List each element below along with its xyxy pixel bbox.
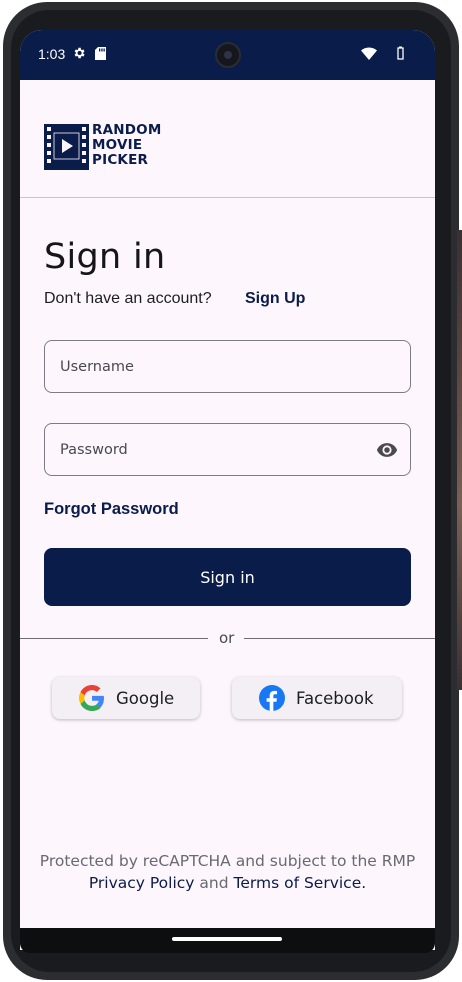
page-title: Sign in <box>44 237 166 277</box>
app-screen: 1:03 RANDOM MOVIE PICKER Sign in Don't h… <box>20 30 435 950</box>
signup-link[interactable]: Sign Up <box>245 290 305 308</box>
home-gesture-handle[interactable] <box>172 937 282 941</box>
battery-icon <box>397 46 404 60</box>
camera-cutout <box>215 42 241 68</box>
google-icon <box>79 685 104 711</box>
recaptcha-footer: Protected by reCAPTCHA and subject to th… <box>20 850 435 894</box>
forgot-password-link[interactable]: Forgot Password <box>44 500 179 519</box>
status-bar: 1:03 <box>20 30 435 80</box>
eye-icon[interactable] <box>375 439 399 461</box>
terms-of-service-link[interactable]: Terms of Service. <box>234 874 367 892</box>
status-time: 1:03 <box>38 46 66 62</box>
logo-text: RANDOM MOVIE PICKER <box>92 123 161 168</box>
background-strip <box>457 230 462 690</box>
no-account-text: Don't have an account? <box>44 290 212 307</box>
password-input[interactable] <box>60 424 360 475</box>
privacy-policy-link[interactable]: Privacy Policy <box>89 874 195 892</box>
username-input[interactable] <box>60 341 360 392</box>
or-divider-left <box>20 638 208 639</box>
facebook-label: Facebook <box>296 688 374 708</box>
footer-text: Protected by reCAPTCHA and subject to th… <box>39 852 416 870</box>
gear-icon <box>74 47 85 59</box>
wifi-icon <box>361 47 377 60</box>
facebook-icon <box>259 685 285 711</box>
or-text: or <box>219 629 235 647</box>
logo-line-picker: PICKER <box>92 152 149 168</box>
navigation-bar <box>20 928 435 953</box>
footer-and-text: and <box>199 874 229 892</box>
google-label: Google <box>116 688 175 708</box>
logo-line-random: RANDOM <box>92 122 162 138</box>
facebook-sign-in-button[interactable]: Facebook <box>232 677 402 719</box>
sd-card-icon <box>95 47 106 60</box>
sign-in-button[interactable]: Sign in <box>44 548 411 606</box>
logo-line-movie: MOVIE <box>92 137 143 153</box>
header-divider <box>20 197 435 198</box>
app-logo: RANDOM MOVIE PICKER <box>44 123 174 171</box>
username-field[interactable] <box>44 340 411 393</box>
password-field[interactable] <box>44 423 411 476</box>
google-sign-in-button[interactable]: Google <box>52 677 200 719</box>
or-divider-right <box>244 638 435 639</box>
film-play-icon <box>44 124 89 170</box>
